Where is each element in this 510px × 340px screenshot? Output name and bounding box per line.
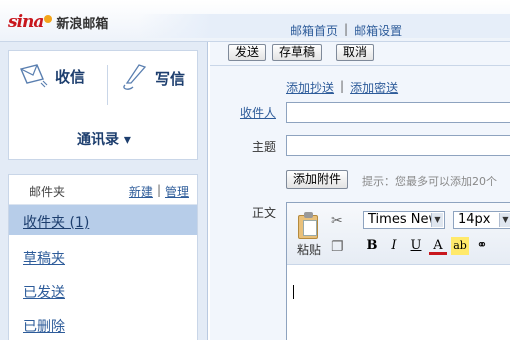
folder-title: 邮件夹 (29, 185, 66, 199)
clipboard-icon (298, 211, 320, 239)
folder-inbox[interactable]: 收件夹 (1) (9, 205, 197, 235)
action-box: 收信 写信 通讯录 ▾ (8, 50, 198, 160)
font-size-select[interactable]: 14px ▼ (453, 211, 510, 229)
envelope-icon (20, 64, 48, 88)
cancel-button[interactable]: 取消 (336, 44, 375, 61)
subject-label: 主题 (251, 140, 276, 154)
text-cursor (293, 285, 294, 299)
editor-toolbar: 粘贴 ✂ ❐ Times New ▼ 14px ▼ B I U A ab ⚭ (287, 203, 510, 265)
to-field[interactable] (286, 102, 510, 123)
format-buttons: B I U A ab ⚭ (363, 237, 491, 255)
to-label-link[interactable]: 收件人 (210, 104, 276, 121)
new-folder-link[interactable]: 新建 (129, 183, 153, 200)
link-separator: | (344, 22, 349, 36)
action-divider (107, 65, 108, 105)
highlight-button[interactable]: ab (451, 237, 469, 255)
bold-button[interactable]: B (363, 237, 381, 255)
top-links: 邮箱首页 | 邮箱设置 (290, 22, 402, 39)
cc-separator: | (340, 79, 345, 93)
underline-button[interactable]: U (407, 237, 425, 255)
folder-header: 邮件夹 新建 | 管理 (9, 175, 197, 205)
folder-action-separator: | (156, 183, 161, 197)
send-button[interactable]: 发送 (228, 44, 267, 61)
logo-eye-icon (44, 15, 53, 23)
add-cc-link[interactable]: 添加抄送 (286, 79, 334, 96)
subject-field[interactable] (286, 135, 510, 156)
add-attachment-button[interactable]: 添加附件 (286, 170, 349, 189)
receive-mail-button[interactable]: 收信 (19, 63, 85, 89)
folder-deleted[interactable]: 已删除 (9, 309, 197, 339)
pen-icon (123, 64, 147, 90)
rich-text-editor[interactable]: 粘贴 ✂ ❐ Times New ▼ 14px ▼ B I U A ab ⚭ (286, 202, 510, 340)
write-mail-button[interactable]: 写信 (119, 63, 185, 93)
sidebar: 收信 写信 通讯录 ▾ 邮件夹 新建 | 管理 收件夹 (1) 草稿夹 已发送 … (0, 42, 208, 340)
mail-home-link[interactable]: 邮箱首页 (290, 22, 338, 39)
edit-icons: ✂ ❐ (331, 213, 344, 255)
paste-button[interactable]: 粘贴 (295, 211, 323, 258)
font-family-select[interactable]: Times New ▼ (363, 211, 445, 229)
save-draft-button[interactable]: 存草稿 (272, 44, 323, 61)
cc-links: 添加抄送 | 添加密送 (286, 79, 398, 96)
font-color-button[interactable]: A (429, 237, 447, 255)
folder-sent[interactable]: 已发送 (9, 275, 197, 305)
logo-text: 新浪邮箱 (56, 16, 109, 32)
italic-button[interactable]: I (385, 237, 403, 255)
compose-panel: 发送 存草稿 取消 添加抄送 | 添加密送 收件人 主题 添加附件 提示：您最多… (210, 42, 510, 340)
link-icon[interactable]: ⚭ (473, 237, 491, 255)
font-family-value: Times New (368, 212, 440, 227)
manage-folders-link[interactable]: 管理 (165, 183, 189, 200)
mail-settings-link[interactable]: 邮箱设置 (354, 22, 402, 39)
chevron-down-icon: ▼ (431, 213, 443, 227)
attachment-hint: 提示：您最多可以添加20个 (362, 175, 497, 188)
contacts-dropdown[interactable]: 通讯录 ▾ (9, 129, 199, 149)
sina-mail-logo[interactable]: sina 新浪邮箱 (8, 12, 108, 32)
folder-actions: 新建 | 管理 (129, 183, 189, 200)
toolbar-divider (210, 65, 510, 66)
chevron-down-icon: ▼ (499, 213, 510, 227)
folder-drafts[interactable]: 草稿夹 (9, 241, 197, 271)
font-size-value: 14px (458, 212, 491, 227)
add-bcc-link[interactable]: 添加密送 (350, 79, 398, 96)
copy-icon[interactable]: ❐ (331, 239, 344, 255)
top-header: sina 新浪邮箱 邮箱首页 | 邮箱设置 (0, 0, 510, 42)
logo-mark: sina (8, 12, 44, 32)
paste-label: 粘贴 (296, 243, 321, 257)
folder-panel: 邮件夹 新建 | 管理 收件夹 (1) 草稿夹 已发送 已删除 (8, 174, 198, 340)
body-label: 正文 (251, 206, 276, 220)
scissors-icon[interactable]: ✂ (331, 213, 344, 229)
receive-label: 收信 (55, 67, 86, 86)
write-label: 写信 (155, 69, 186, 88)
